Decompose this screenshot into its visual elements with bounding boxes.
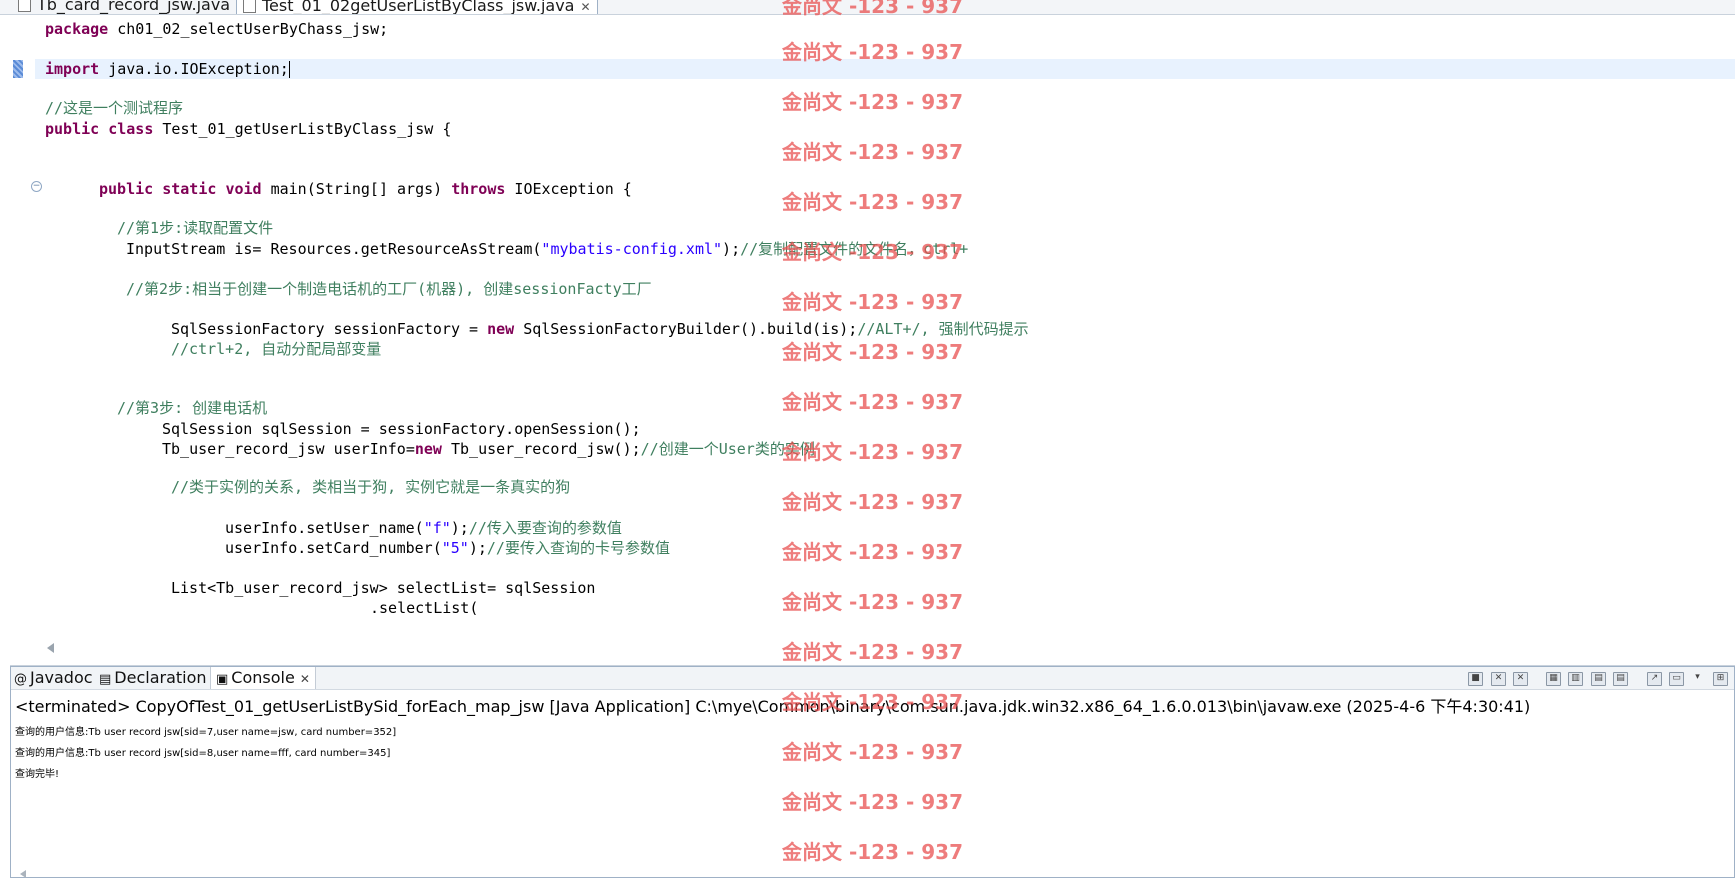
code-line-select-list[interactable]: List<Tb_user_record_jsw> selectList= sql… (171, 578, 595, 598)
watermark: 金尚文 -123 - 937 (782, 440, 963, 464)
code-line-import[interactable]: import java.io.IOException; (45, 59, 290, 79)
fold-toggle-icon[interactable]: − (31, 181, 42, 192)
watermark: 金尚文 -123 - 937 (782, 490, 963, 514)
console-tab-bar: @ Javadoc ▤ Declaration ▣ Console ✕ ■ ✕ ✕ ▦ … (11, 667, 1734, 690)
watermark: 金尚文 -123 - 937 (782, 290, 963, 314)
console-output-line: 查询的用户信息:Tb user record jsw[sid=7,user na… (15, 727, 397, 738)
tab-javadoc[interactable]: @ Javadoc (14, 667, 93, 689)
tab-declaration[interactable]: ▤ Declaration (99, 667, 207, 689)
code-line-userinfo-new[interactable]: Tb_user_record_jsw userInfo=new Tb_user_… (162, 439, 815, 459)
code-line-set-user-name[interactable]: userInfo.setUser_name("f");//传入要查询的参数值 (225, 518, 622, 538)
code-line-select-list-call[interactable]: .selectList( (370, 598, 478, 618)
change-marker-icon (13, 60, 23, 78)
display-console-icon[interactable]: ▭ (1669, 672, 1684, 686)
code-line-package[interactable]: package ch01_02_selectUserByChass_jsw; (45, 19, 388, 39)
watermark: 金尚文 -123 - 937 (782, 390, 963, 414)
remove-launch-icon[interactable]: ✕ (1491, 672, 1506, 686)
pin-console-icon[interactable]: ↗ (1647, 672, 1662, 686)
tab-label: Tb_card_record_jsw.java (37, 0, 231, 14)
text-caret (288, 61, 290, 78)
console-icon: ▣ (216, 672, 229, 687)
code-line-open-session[interactable]: SqlSession sqlSession = sessionFactory.o… (162, 419, 641, 439)
watermark: 金尚文 -123 - 937 (782, 190, 963, 214)
watermark: 金尚文 -123 - 937 (782, 0, 963, 18)
code-line-class-decl[interactable]: public class Test_01_getUserListByClass_… (45, 119, 451, 139)
console-output-line: 查询的用户信息:Tb user record jsw[sid=8,user na… (15, 748, 391, 759)
editor-gutter (10, 15, 35, 665)
remove-all-icon[interactable]: ✕ (1513, 672, 1528, 686)
watermark: 金尚文 -123 - 937 (782, 540, 963, 564)
console-status-line: <terminated> CopyOfTest_01_getUserListBy… (15, 697, 1531, 716)
code-line-main-decl[interactable]: public static void main(String[] args) t… (99, 179, 632, 199)
tab-test-01-02[interactable]: Test_01_02getUserListByClass_jsw.java ✕ (236, 0, 598, 15)
clear-console-icon[interactable]: ▦ (1546, 672, 1561, 686)
watermark: 金尚文 -123 - 937 (782, 840, 963, 864)
watermark: 金尚文 -123 - 937 (782, 40, 963, 64)
watermark: 金尚文 -123 - 937 (782, 640, 963, 664)
tab-tb-card-record[interactable]: Tb_card_record_jsw.java (18, 0, 230, 14)
at-icon: @ (14, 672, 27, 687)
watermark: 金尚文 -123 - 937 (782, 690, 963, 714)
code-line-comment[interactable]: //第2步:相当于创建一个制造电话机的工厂(机器), 创建sessionFact… (126, 279, 652, 299)
watermark: 金尚文 -123 - 937 (782, 740, 963, 764)
watermark: 金尚文 -123 - 937 (782, 590, 963, 614)
watermark: 金尚文 -123 - 937 (782, 140, 963, 164)
console-output-line: 查询完毕! (15, 769, 60, 780)
code-line-comment[interactable]: //ctrl+2, 自动分配局部变量 (171, 339, 381, 359)
scroll-left-icon[interactable] (20, 870, 26, 878)
watermark: 金尚文 -123 - 937 (782, 340, 963, 364)
show-on-stdout-icon[interactable]: ▤ (1591, 672, 1606, 686)
watermark: 金尚文 -123 - 937 (782, 790, 963, 814)
declaration-icon: ▤ (99, 672, 112, 687)
open-console-icon[interactable]: ⊞ (1713, 672, 1728, 686)
chevron-down-icon[interactable]: ▾ (1691, 672, 1704, 684)
code-line-comment[interactable]: //第1步:读取配置文件 (117, 218, 273, 238)
tab-console[interactable]: ▣ Console ✕ (210, 667, 316, 689)
java-file-icon (18, 0, 31, 12)
code-line-session-factory[interactable]: SqlSessionFactory sessionFactory = new S… (171, 319, 1029, 339)
java-file-icon (243, 0, 256, 13)
close-icon[interactable]: ✕ (300, 672, 310, 686)
scroll-left-icon[interactable] (47, 643, 54, 653)
tab-label: Test_01_02getUserListByClass_jsw.java (262, 0, 575, 15)
watermark: 金尚文 -123 - 937 (782, 240, 963, 264)
watermark: 金尚文 -123 - 937 (782, 90, 963, 114)
code-line-set-card-number[interactable]: userInfo.setCard_number("5");//要传入查询的卡号参… (225, 538, 670, 558)
code-line-comment[interactable]: //第3步: 创建电话机 (117, 398, 267, 418)
show-on-stderr-icon[interactable]: ▤ (1613, 672, 1628, 686)
code-line-comment[interactable]: //类于实例的关系, 类相当于狗, 实例它就是一条真实的狗 (171, 477, 570, 497)
terminate-icon[interactable]: ■ (1468, 672, 1483, 686)
scroll-lock-icon[interactable]: ▥ (1568, 672, 1583, 686)
code-line-comment[interactable]: //这是一个测试程序 (45, 98, 183, 118)
close-icon[interactable]: ✕ (580, 0, 590, 14)
